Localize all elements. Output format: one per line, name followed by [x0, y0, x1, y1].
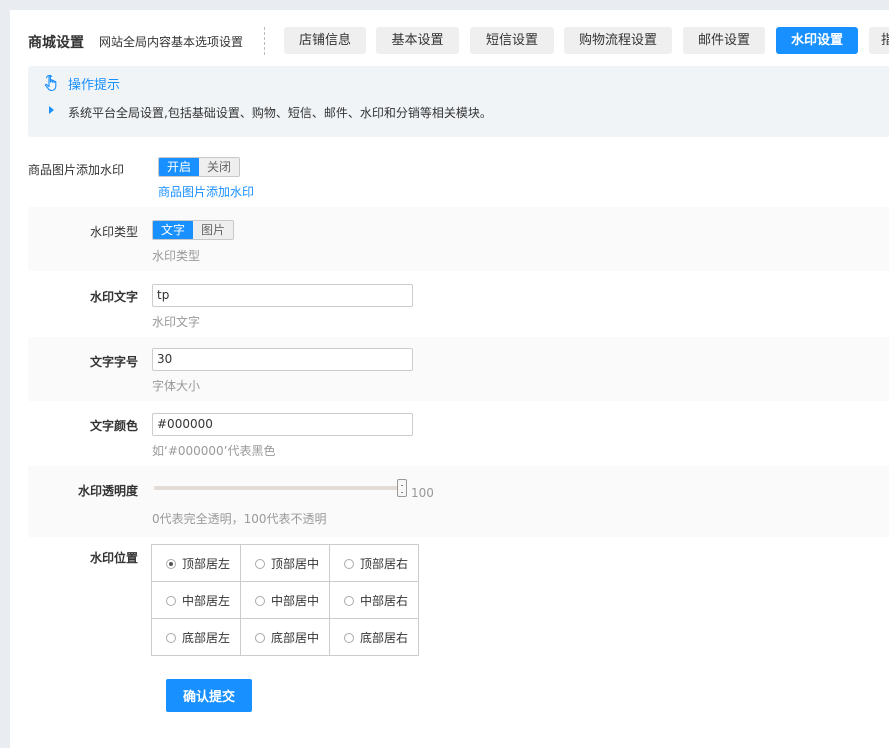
tips-item: 系统平台全局设置,包括基础设置、购物、短信、邮件、水印和分销等相关模块。 — [68, 106, 492, 120]
radio-icon — [255, 558, 265, 569]
position-middle-left[interactable]: 中部居左 — [151, 581, 241, 619]
position-option-label: 顶部居右 — [360, 556, 409, 571]
watermark-type-label: 水印类型 — [89, 225, 138, 239]
position-option-label: 中部居中 — [271, 593, 320, 608]
font-size-input[interactable]: 30 — [152, 348, 413, 371]
font-size-label: 文字字号 — [89, 355, 138, 369]
watermark-enable-label: 商品图片添加水印 — [28, 163, 125, 177]
position-option-label: 中部居右 — [360, 593, 409, 608]
operation-tips: 操作提示 系统平台全局设置,包括基础设置、购物、短信、邮件、水印和分销等相关模块… — [28, 66, 889, 137]
tips-bullet-icon — [49, 106, 54, 114]
tab-basic-settings[interactable]: 基本设置 — [376, 27, 459, 54]
radio-icon — [344, 558, 354, 569]
font-color-input[interactable]: #000000 — [152, 413, 413, 436]
row-font-color: 文字颜色 #000000 如‘#000000’代表黑色 — [28, 401, 889, 466]
position-bottom-right[interactable]: 底部居右 — [329, 618, 419, 656]
watermark-type-toggle: 文字 图片 — [152, 220, 235, 240]
font-size-hint: 字体大小 — [152, 379, 201, 393]
watermark-text-input[interactable]: tp — [152, 284, 413, 307]
hand-pointer-icon — [44, 74, 57, 92]
radio-icon — [166, 558, 176, 569]
position-bottom-center[interactable]: 底部居中 — [240, 618, 330, 656]
page-header: 商城设置 网站全局内容基本选项设置 店铺信息 基本设置 短信设置 购物流程设置 … — [10, 10, 889, 68]
page-subtitle: 网站全局内容基本选项设置 — [99, 35, 244, 49]
font-color-hint: 如‘#000000’代表黑色 — [152, 444, 276, 458]
watermark-enable-on[interactable]: 开启 — [159, 158, 200, 176]
opacity-slider-handle[interactable] — [397, 479, 407, 497]
opacity-hint: 0代表完全透明，100代表不透明 — [152, 512, 327, 526]
watermark-position-grid: 顶部居左 顶部居中 顶部居右 中部居左 中部居中 中部居右 底部居左 底部居中 … — [151, 544, 419, 656]
position-top-left[interactable]: 顶部居左 — [151, 544, 241, 582]
tab-shop-info[interactable]: 店铺信息 — [284, 27, 366, 54]
submit-button[interactable]: 确认提交 — [166, 679, 252, 712]
position-top-right[interactable]: 顶部居右 — [329, 544, 419, 582]
tab-shopping-flow-settings[interactable]: 购物流程设置 — [564, 27, 672, 54]
tab-more[interactable]: 指 — [869, 27, 889, 54]
position-bottom-left[interactable]: 底部居左 — [151, 618, 241, 656]
position-option-label: 顶部居中 — [271, 556, 320, 571]
row-watermark-position: 水印位置 顶部居左 顶部居中 顶部居右 中部居左 中部居中 中部居右 底部居左 … — [28, 537, 889, 667]
row-font-size: 文字字号 30 字体大小 — [28, 337, 889, 401]
row-watermark-enable: 商品图片添加水印 开启 关闭 商品图片添加水印 — [28, 147, 889, 207]
watermark-type-hint: 水印类型 — [152, 249, 201, 263]
tips-title: 操作提示 — [68, 78, 121, 93]
watermark-type-text[interactable]: 文字 — [153, 221, 194, 239]
row-watermark-text: 水印文字 tp 水印文字 — [28, 271, 889, 337]
watermark-type-image[interactable]: 图片 — [193, 221, 234, 239]
position-option-label: 底部居左 — [182, 630, 231, 645]
watermark-enable-off[interactable]: 关闭 — [199, 158, 240, 176]
tab-email-settings[interactable]: 邮件设置 — [683, 27, 765, 54]
settings-panel: 商城设置 网站全局内容基本选项设置 店铺信息 基本设置 短信设置 购物流程设置 … — [10, 10, 889, 748]
position-option-label: 底部居中 — [271, 630, 320, 645]
radio-icon — [166, 595, 176, 606]
opacity-slider-track[interactable] — [154, 486, 402, 490]
watermark-position-label: 水印位置 — [89, 551, 138, 565]
page-title: 商城设置 — [28, 35, 84, 51]
tab-sms-settings[interactable]: 短信设置 — [470, 27, 554, 54]
opacity-value: 100 — [411, 486, 434, 500]
position-option-label: 底部居右 — [360, 630, 409, 645]
radio-icon — [255, 632, 265, 643]
position-option-label: 中部居左 — [182, 593, 231, 608]
header-divider — [264, 27, 265, 55]
position-middle-center[interactable]: 中部居中 — [240, 581, 330, 619]
radio-icon — [344, 595, 354, 606]
opacity-slider-fill — [154, 486, 402, 490]
position-option-label: 顶部居左 — [182, 556, 231, 571]
radio-icon — [344, 632, 354, 643]
radio-icon — [166, 632, 176, 643]
row-watermark-type: 水印类型 文字 图片 水印类型 — [28, 207, 889, 271]
font-color-label: 文字颜色 — [89, 419, 138, 433]
row-opacity: 水印透明度 100 0代表完全透明，100代表不透明 — [28, 466, 889, 537]
watermark-enable-hint: 商品图片添加水印 — [158, 185, 255, 199]
opacity-label: 水印透明度 — [77, 484, 138, 498]
position-middle-right[interactable]: 中部居右 — [329, 581, 419, 619]
watermark-text-hint: 水印文字 — [152, 315, 201, 329]
radio-icon — [255, 595, 265, 606]
tab-watermark-settings[interactable]: 水印设置 — [776, 27, 858, 54]
watermark-text-label: 水印文字 — [89, 290, 138, 304]
position-top-center[interactable]: 顶部居中 — [240, 544, 330, 582]
watermark-enable-toggle: 开启 关闭 — [158, 157, 241, 177]
